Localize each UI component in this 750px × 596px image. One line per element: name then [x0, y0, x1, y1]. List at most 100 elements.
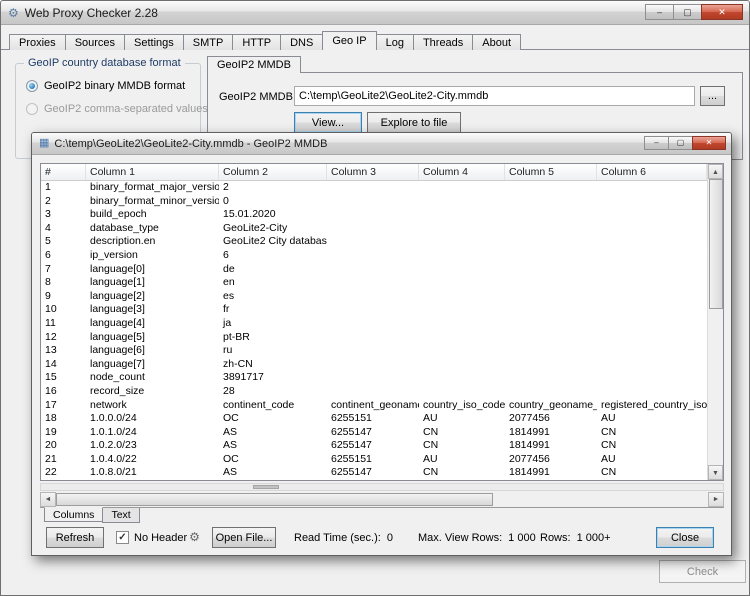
open-file-button[interactable]: Open File...	[212, 527, 276, 548]
tab-about[interactable]: About	[472, 34, 522, 50]
table-cell: OC	[223, 412, 239, 425]
column-header[interactable]: #	[41, 164, 86, 180]
table-row[interactable]: 15 node_count 3891717	[41, 371, 707, 385]
dialog-minimize-icon[interactable]: –	[644, 136, 669, 150]
view-tab-text[interactable]: Text	[102, 508, 140, 523]
table-cell: CN	[423, 466, 439, 479]
table-row[interactable]: 13 language[6] ru	[41, 344, 707, 358]
table-row[interactable]: 16 record_size 28	[41, 385, 707, 399]
tab-proxies[interactable]: Proxies	[9, 34, 66, 50]
table-cell	[419, 181, 505, 195]
table-row[interactable]: 17 network continent_code continent_geoname…	[41, 399, 707, 413]
table-cell	[419, 344, 505, 358]
table-cell: registered_country_iso_code	[601, 398, 707, 411]
table-row[interactable]: 9 language[2] es	[41, 290, 707, 304]
vscroll-thumb[interactable]	[709, 179, 723, 309]
tab-log[interactable]: Log	[375, 34, 414, 50]
dialog-titlebar[interactable]: ▦ C:\temp\GeoLite2\GeoLite2-City.mmdb - …	[32, 133, 731, 155]
tab-smtp[interactable]: SMTP	[182, 34, 234, 50]
close-icon[interactable]: ✕	[701, 4, 743, 20]
titlebar[interactable]: ⚙ Web Proxy Checker 2.28 – ▢ ✕	[1, 1, 749, 25]
refresh-button[interactable]: Refresh	[46, 527, 104, 548]
table-cell	[505, 290, 597, 304]
table-cell	[597, 235, 707, 249]
tab-http[interactable]: HTTP	[232, 34, 282, 50]
table-cell	[419, 208, 505, 222]
dialog-icon: ▦	[39, 137, 50, 149]
settings-gear-icon[interactable]: ⚙	[186, 529, 203, 546]
table-cell	[505, 385, 597, 399]
column-header[interactable]: Column 5	[505, 164, 597, 180]
table-row[interactable]: 22 1.0.8.0/21 AS 6255147 CN 1814991 CN	[41, 466, 707, 480]
radio-mmdb-format[interactable]: GeoIP2 binary MMDB format	[26, 80, 185, 92]
browse-button[interactable]: ...	[700, 86, 725, 106]
checkbox-check-icon[interactable]: ✓	[116, 531, 129, 544]
table-cell	[327, 344, 419, 358]
inner-hscrollbar[interactable]	[40, 483, 724, 491]
table-row[interactable]: 14 language[7] zh-CN	[41, 358, 707, 372]
table-cell: 1.0.8.0/21	[90, 466, 137, 479]
table-row[interactable]: 8 language[1] en	[41, 276, 707, 290]
table-row[interactable]: 18 1.0.0.0/24 OC 6255151 AU 2077456 AU	[41, 412, 707, 426]
view-tab-columns[interactable]: Columns	[44, 507, 104, 522]
table-row[interactable]: 11 language[4] ja	[41, 317, 707, 331]
table-row[interactable]: 19 1.0.1.0/24 AS 6255147 CN 1814991 CN	[41, 426, 707, 440]
table-header-row: # Column 1 Column 2 Column 3 Column 4 Column …	[41, 164, 707, 181]
scroll-down-icon[interactable]: ▼	[708, 465, 723, 480]
table-cell: es	[223, 289, 235, 302]
table-row[interactable]: 1 binary_format_major_version 2	[41, 181, 707, 195]
table-cell: 0	[223, 194, 229, 207]
table-cell	[505, 181, 597, 195]
tab-threads[interactable]: Threads	[412, 34, 474, 50]
dialog-maximize-icon[interactable]: ▢	[668, 136, 693, 150]
table-row[interactable]: 2 binary_format_minor_version 0	[41, 195, 707, 209]
table-row[interactable]: 5 description.en GeoLite2 City database	[41, 235, 707, 249]
table-cell	[597, 276, 707, 290]
scroll-right-icon[interactable]: ►	[708, 492, 724, 507]
maximize-icon[interactable]: ▢	[673, 4, 702, 20]
tab-dns[interactable]: DNS	[280, 34, 324, 50]
table-cell	[327, 303, 419, 317]
read-time-stat: Read Time (sec.): 0	[294, 532, 393, 544]
table-cell	[597, 371, 707, 385]
hscroll-thumb[interactable]	[56, 493, 493, 506]
minimize-icon[interactable]: –	[645, 4, 674, 20]
tab-geoip2-mmdb[interactable]: GeoIP2 MMDB	[207, 56, 301, 73]
scroll-up-icon[interactable]: ▲	[708, 164, 723, 179]
column-header[interactable]: Column 1	[86, 164, 219, 180]
horizontal-scrollbar[interactable]: ◄ ►	[40, 492, 724, 507]
column-header[interactable]: Column 6	[597, 164, 707, 180]
table-cell: node_count	[90, 371, 145, 384]
table-row[interactable]: 4 database_type GeoLite2-City	[41, 222, 707, 236]
table-row[interactable]: 10 language[3] fr	[41, 303, 707, 317]
tab-settings[interactable]: Settings	[124, 34, 184, 50]
table-cell: CN	[423, 439, 439, 452]
table-row[interactable]: 7 language[0] de	[41, 263, 707, 277]
column-header[interactable]: Column 3	[327, 164, 419, 180]
table-row[interactable]: 12 language[5] pt-BR	[41, 331, 707, 345]
tab-geo-ip[interactable]: Geo IP	[322, 31, 377, 50]
no-header-checkbox-row[interactable]: ✓ No Header	[116, 531, 187, 544]
table-row[interactable]: 6 ip_version 6	[41, 249, 707, 263]
table-cell	[597, 303, 707, 317]
tab-sources[interactable]: Sources	[64, 34, 126, 50]
column-header[interactable]: Column 2	[219, 164, 327, 180]
vertical-scrollbar[interactable]: ▲ ▼	[707, 164, 723, 480]
table-cell	[419, 371, 505, 385]
table-cell: 14	[45, 357, 57, 370]
table-row[interactable]: 21 1.0.4.0/22 OC 6255151 AU 2077456 AU	[41, 453, 707, 467]
table-cell: 1	[45, 181, 51, 193]
mmdb-file-input[interactable]	[294, 86, 695, 106]
explore-to-file-button[interactable]: Explore to file	[367, 112, 461, 133]
view-button[interactable]: View...	[294, 112, 362, 133]
max-view-rows-label: Max. View Rows:	[418, 532, 503, 544]
table-cell: 7	[45, 262, 51, 275]
inner-hscroll-thumb[interactable]	[253, 485, 279, 489]
table-row[interactable]: 20 1.0.2.0/23 AS 6255147 CN 1814991 CN	[41, 439, 707, 453]
table-row[interactable]: 3 build_epoch 15.01.2020	[41, 208, 707, 222]
scroll-left-icon[interactable]: ◄	[40, 492, 56, 507]
dialog-close-button[interactable]: Close	[656, 527, 714, 548]
dialog-close-icon[interactable]: ✕	[692, 136, 726, 150]
column-header[interactable]: Column 4	[419, 164, 505, 180]
table-cell: GeoLite2-City	[223, 221, 288, 234]
